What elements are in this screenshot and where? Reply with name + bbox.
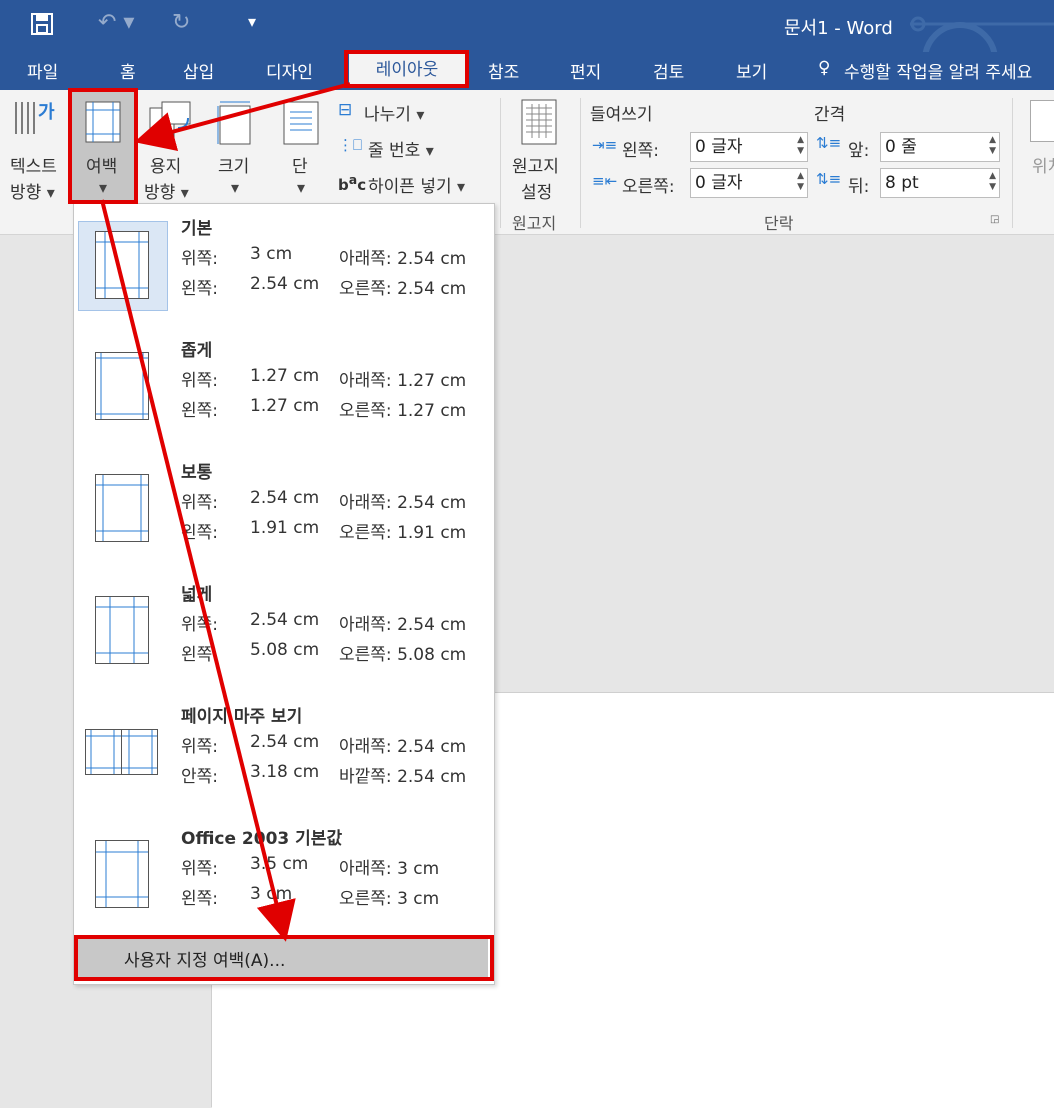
arrow-layout-to-margins [134, 82, 351, 151]
annotation-arrows [100, 82, 351, 942]
arrow-margins-to-custom [100, 199, 296, 942]
